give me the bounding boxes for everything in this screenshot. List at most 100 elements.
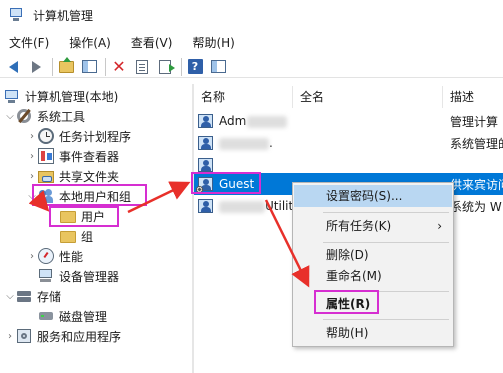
chevron-down-icon[interactable]: ⌵ <box>4 291 16 302</box>
context-menu: 设置密码(S)... 所有任务(K) › 删除(D) 重命名(M) 属性(R) … <box>292 182 454 347</box>
menu-item-rename[interactable]: 重命名(M) <box>294 265 452 287</box>
chevron-right-icon[interactable]: › <box>4 331 16 342</box>
menu-help[interactable]: 帮助(H) <box>182 33 244 53</box>
highlight-guest <box>191 172 261 194</box>
user-icon <box>198 135 214 151</box>
back-icon <box>8 60 18 73</box>
highlight-properties <box>314 290 379 314</box>
redacted-text <box>219 137 269 150</box>
forward-button[interactable] <box>26 57 46 77</box>
storage-icon <box>16 288 32 304</box>
tree-label: 磁盘管理 <box>59 309 108 324</box>
tree-label: 设备管理器 <box>59 269 120 284</box>
tree-label: 组 <box>81 229 94 244</box>
help-button[interactable]: ? <box>185 57 205 77</box>
tree-item-services-apps[interactable]: › 服务和应用程序 <box>4 326 121 346</box>
menu-bar: 文件(F) 操作(A) 查看(V) 帮助(H) <box>0 33 245 53</box>
tree-item-system-tools[interactable]: ⌵ 系统工具 <box>4 106 85 126</box>
user-description: 系统为 W <box>450 199 502 214</box>
tree-label: 共享文件夹 <box>59 169 120 184</box>
tree-label: 系统工具 <box>37 109 86 124</box>
properties-button[interactable] <box>132 57 152 77</box>
menu-file[interactable]: 文件(F) <box>0 33 59 53</box>
menu-separator <box>323 242 449 243</box>
table-row[interactable]: Adm 管理计算 <box>194 110 503 132</box>
table-row[interactable]: . 系统管理的 <box>194 132 503 154</box>
show-hide-tree-button[interactable] <box>79 57 99 77</box>
help-icon: ? <box>187 59 203 74</box>
back-button[interactable] <box>3 57 23 77</box>
tree-item-performance[interactable]: › 性能 <box>26 246 83 266</box>
menu-item-help[interactable]: 帮助(H) <box>294 322 452 344</box>
menu-view[interactable]: 查看(V) <box>121 33 183 53</box>
column-description[interactable]: 描述 <box>443 86 503 108</box>
action-pane-button[interactable] <box>208 57 228 77</box>
user-icon <box>198 113 214 129</box>
user-icon <box>198 157 214 173</box>
forward-icon <box>31 60 41 73</box>
column-full-name[interactable]: 全名 <box>293 86 443 108</box>
chevron-right-icon[interactable]: › <box>26 131 38 142</box>
disk-icon <box>38 308 54 324</box>
up-level-button[interactable] <box>56 56 76 77</box>
submenu-arrow-icon: › <box>437 219 442 233</box>
toolbar: ✕ ? <box>0 56 503 78</box>
folder-icon <box>60 231 76 243</box>
redacted-text <box>219 200 265 213</box>
column-name[interactable]: 名称 <box>194 86 293 108</box>
tree-label: 性能 <box>59 249 84 264</box>
highlight-users <box>49 206 119 227</box>
user-description: 系统管理的 <box>450 136 503 151</box>
user-icon <box>198 198 214 214</box>
tree-item-shared-folders[interactable]: › 共享文件夹 <box>26 166 119 186</box>
toolbar-separator <box>105 57 106 76</box>
performance-icon <box>38 248 54 264</box>
up-folder-icon <box>58 56 74 73</box>
chevron-right-icon[interactable]: › <box>26 251 38 262</box>
tree-item-root[interactable]: 计算机管理(本地) <box>4 86 118 106</box>
tools-icon <box>16 108 32 124</box>
menu-separator <box>323 319 449 320</box>
highlight-local-users-groups <box>32 184 147 206</box>
chevron-right-icon[interactable]: › <box>26 171 38 182</box>
menu-action[interactable]: 操作(A) <box>59 33 121 53</box>
user-name: Adm <box>219 114 299 128</box>
column-header: 名称 全名 描述 <box>194 86 503 108</box>
menu-item-set-password[interactable]: 设置密码(S)... <box>294 185 452 207</box>
delete-icon: ✕ <box>112 56 126 76</box>
export-list-button[interactable] <box>155 57 175 77</box>
tree-label: 计算机管理(本地) <box>25 89 119 104</box>
chevron-right-icon[interactable]: › <box>26 151 38 162</box>
services-icon <box>16 328 32 344</box>
tree-item-disk-management[interactable]: 磁盘管理 <box>38 306 107 326</box>
user-description: 供来宾访问 <box>450 177 503 192</box>
device-manager-icon <box>38 268 54 284</box>
event-viewer-icon <box>38 148 54 164</box>
menu-separator <box>323 212 449 213</box>
toolbar-separator <box>181 57 182 76</box>
show-pane-icon <box>81 60 97 73</box>
tree-item-device-manager[interactable]: 设备管理器 <box>38 266 119 286</box>
toolbar-separator <box>52 57 53 76</box>
delete-button[interactable]: ✕ <box>109 57 129 77</box>
tree-item-groups[interactable]: 组 <box>60 226 93 246</box>
properties-icon <box>136 59 148 74</box>
user-name: . <box>219 136 299 150</box>
menu-item-label: 所有任务(K) <box>326 219 392 233</box>
user-name: Utilit... <box>219 199 305 213</box>
menu-item-all-tasks[interactable]: 所有任务(K) › <box>294 215 452 237</box>
tree-item-task-scheduler[interactable]: › 任务计划程序 <box>26 126 131 146</box>
tree-label: 任务计划程序 <box>59 129 132 144</box>
export-icon <box>159 59 175 74</box>
computer-icon <box>4 88 20 104</box>
user-description: 管理计算 <box>450 114 499 129</box>
shared-folder-icon <box>38 171 54 183</box>
menu-item-delete[interactable]: 删除(D) <box>294 244 452 266</box>
chevron-down-icon[interactable]: ⌵ <box>4 111 16 122</box>
clock-icon <box>38 128 54 144</box>
tree-item-event-viewer[interactable]: › 事件查看器 <box>26 146 119 166</box>
navigation-tree: 计算机管理(本地) ⌵ 系统工具 › 任务计划程序 › 事件查看器 › 共享文件… <box>0 84 192 373</box>
tree-label: 服务和应用程序 <box>37 329 122 344</box>
tree-item-storage[interactable]: ⌵ 存储 <box>4 286 61 306</box>
computer-management-icon <box>9 7 25 23</box>
